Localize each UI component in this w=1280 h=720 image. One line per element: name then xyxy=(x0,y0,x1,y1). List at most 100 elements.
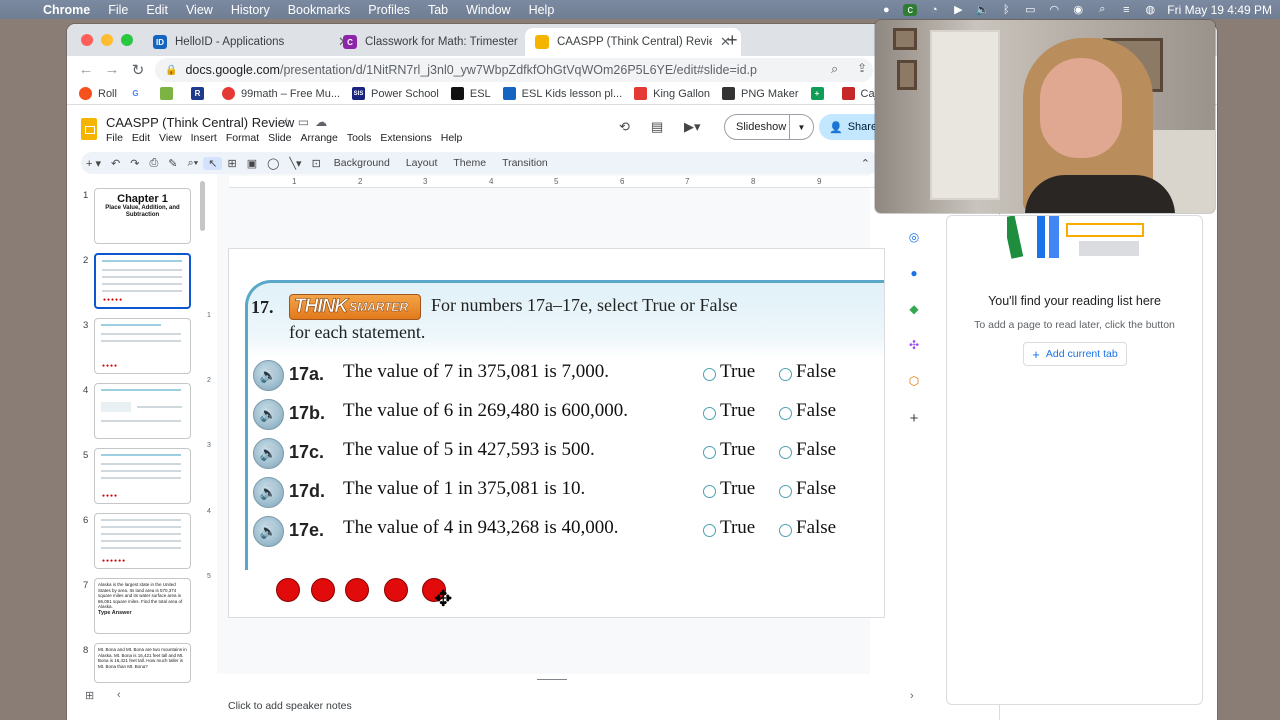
volume-icon[interactable]: 🔈 xyxy=(975,4,989,16)
bookmark-image[interactable] xyxy=(159,87,179,100)
bluetooth-icon[interactable]: ᛒ xyxy=(999,4,1013,16)
slide-thumbnail-3[interactable]: ●●●● xyxy=(94,318,191,374)
slide-thumbnail-4[interactable] xyxy=(94,383,191,439)
collapse-filmstrip-icon[interactable]: ‹ xyxy=(117,689,121,701)
webcam-video-overlay[interactable] xyxy=(875,20,1215,213)
green-app-icon[interactable]: c xyxy=(903,3,918,16)
shape-icon[interactable]: ◯ xyxy=(262,157,284,170)
false-option[interactable]: False xyxy=(779,361,836,383)
siri-icon[interactable]: ◍ xyxy=(1143,4,1157,16)
background-button[interactable]: Background xyxy=(326,157,398,169)
transition-button[interactable]: Transition xyxy=(494,157,556,169)
comments-icon[interactable]: ▤ xyxy=(651,119,663,135)
textbox-icon[interactable]: ⊞ xyxy=(222,157,241,170)
tasks-icon[interactable]: ◎ xyxy=(905,230,923,266)
add-current-tab-button[interactable]: + Add current tab xyxy=(1023,342,1127,366)
true-option[interactable]: True xyxy=(703,361,755,383)
lock-icon[interactable]: 🔒 xyxy=(165,65,177,76)
red-dot-marker[interactable] xyxy=(384,578,408,602)
tab-caaspp-slides[interactable]: CAASPP (Think Central) Revie ✕ xyxy=(525,28,741,56)
menu-tools[interactable]: Tools xyxy=(347,132,381,144)
slides-logo-icon[interactable] xyxy=(81,118,97,140)
red-dot-marker[interactable] xyxy=(345,578,369,602)
slide-thumbnail-7[interactable]: Alaska is the largest state in the Unite… xyxy=(94,578,191,634)
menubar-clock[interactable]: Fri May 19 4:49 PM xyxy=(1167,3,1272,17)
share-page-icon[interactable]: ⇪ xyxy=(857,61,867,75)
radio-button[interactable] xyxy=(779,367,792,381)
theme-button[interactable]: Theme xyxy=(445,157,494,169)
menu-extensions[interactable]: Extensions xyxy=(380,132,440,144)
wifi-icon[interactable]: ◠ xyxy=(1047,4,1061,16)
cloud-status-icon[interactable]: ☁ xyxy=(315,115,333,129)
menu-help[interactable]: Help xyxy=(441,132,472,144)
menu-arrange[interactable]: Arrange xyxy=(300,132,346,144)
image-insert-icon[interactable]: ▣ xyxy=(242,157,262,170)
menu-format[interactable]: Format xyxy=(226,132,268,144)
bookmark-plus[interactable]: + xyxy=(810,87,830,100)
slide-thumbnail-2[interactable]: ●●●●● xyxy=(94,253,191,309)
slide-thumbnail-1[interactable]: Chapter 1 Place Value, Addition, and Sub… xyxy=(94,188,191,244)
bookmark-esl[interactable]: ESL xyxy=(450,87,491,100)
slide-thumbnail-6[interactable]: ●●●●●● xyxy=(94,513,191,569)
record-icon[interactable]: ● xyxy=(879,4,893,16)
collapse-toolbar-icon[interactable]: ⌃ xyxy=(856,157,875,170)
radio-button[interactable] xyxy=(703,406,716,420)
menubar-item-profiles[interactable]: Profiles xyxy=(359,3,419,17)
add-addon-icon[interactable]: + xyxy=(905,410,923,446)
user-icon[interactable]: ◉ xyxy=(1071,4,1085,16)
expand-side-panel-icon[interactable]: › xyxy=(910,690,914,702)
menubar-item-file[interactable]: File xyxy=(99,3,137,17)
maximize-window-button[interactable] xyxy=(121,34,133,46)
new-tab-icon[interactable]: + xyxy=(727,30,738,51)
radio-button[interactable] xyxy=(779,406,792,420)
forward-icon[interactable]: → xyxy=(99,61,125,78)
menu-slide[interactable]: Slide xyxy=(268,132,300,144)
contacts-icon[interactable]: ● xyxy=(905,266,923,302)
close-window-button[interactable] xyxy=(81,34,93,46)
minimize-window-button[interactable] xyxy=(101,34,113,46)
speaker-audio-icon[interactable]: 🔊 xyxy=(253,516,284,547)
addon2-icon[interactable]: ⬡ xyxy=(905,374,923,410)
menubar-item-view[interactable]: View xyxy=(177,3,222,17)
radio-button[interactable] xyxy=(779,523,792,537)
menubar-app-name[interactable]: Chrome xyxy=(34,3,99,17)
print-icon[interactable]: ⎙ xyxy=(144,157,163,170)
layout-button[interactable]: Layout xyxy=(398,157,446,169)
slide-thumbnail-5[interactable]: ●●●● xyxy=(94,448,191,504)
radio-button[interactable] xyxy=(779,445,792,459)
current-slide[interactable]: 17. THINK SMARTER For numbers 17a–17e, se… xyxy=(229,249,884,617)
menubar-item-tab[interactable]: Tab xyxy=(419,3,457,17)
menubar-item-bookmarks[interactable]: Bookmarks xyxy=(279,3,360,17)
battery-icon[interactable]: ▭ xyxy=(1023,4,1037,16)
play-icon[interactable]: ▶ xyxy=(951,4,965,16)
red-dot-marker[interactable] xyxy=(276,578,300,602)
slide-thumbnail-8[interactable]: Mt. Bona and Mt. Bona are two mountains … xyxy=(94,643,191,683)
slideshow-button[interactable]: Slideshow ▼ xyxy=(724,114,814,140)
undo-icon[interactable]: ↶ xyxy=(106,157,125,170)
spotlight-icon[interactable]: ⌕ xyxy=(1095,3,1109,16)
line-icon[interactable]: ╲▾ xyxy=(284,157,306,170)
chevron-down-icon[interactable]: ▼ xyxy=(789,115,813,139)
speaker-notes-placeholder[interactable]: Click to add speaker notes xyxy=(228,700,352,712)
zoom-search-icon[interactable]: ⌕ xyxy=(831,61,838,77)
addon-icon[interactable]: ✣ xyxy=(905,338,923,374)
true-option[interactable]: True xyxy=(703,439,755,461)
radio-button[interactable] xyxy=(703,445,716,459)
bookmark-png-maker[interactable]: PNG Maker xyxy=(722,87,799,100)
menubar-item-history[interactable]: History xyxy=(222,3,279,17)
paint-format-icon[interactable]: ✎ xyxy=(163,157,182,170)
speaker-audio-icon[interactable]: 🔊 xyxy=(253,399,284,430)
false-option[interactable]: False xyxy=(779,400,836,422)
radio-button[interactable] xyxy=(703,484,716,498)
true-option[interactable]: True xyxy=(703,478,755,500)
timemachine-icon[interactable]: ◔ xyxy=(927,4,941,16)
menu-insert[interactable]: Insert xyxy=(191,132,226,144)
false-option[interactable]: False xyxy=(779,478,836,500)
notes-resize-handle[interactable] xyxy=(537,679,567,680)
redo-icon[interactable]: ↷ xyxy=(125,157,144,170)
bookmark-powerschool[interactable]: SIS Power School xyxy=(352,87,439,100)
tab-classwork[interactable]: C Classwork for Math: Trimester ✕ xyxy=(333,28,549,56)
address-bar[interactable]: 🔒 docs.google.com/presentation/d/1NitRN7… xyxy=(155,58,873,82)
speaker-audio-icon[interactable]: 🔊 xyxy=(253,360,284,391)
menu-file[interactable]: File xyxy=(106,132,132,144)
